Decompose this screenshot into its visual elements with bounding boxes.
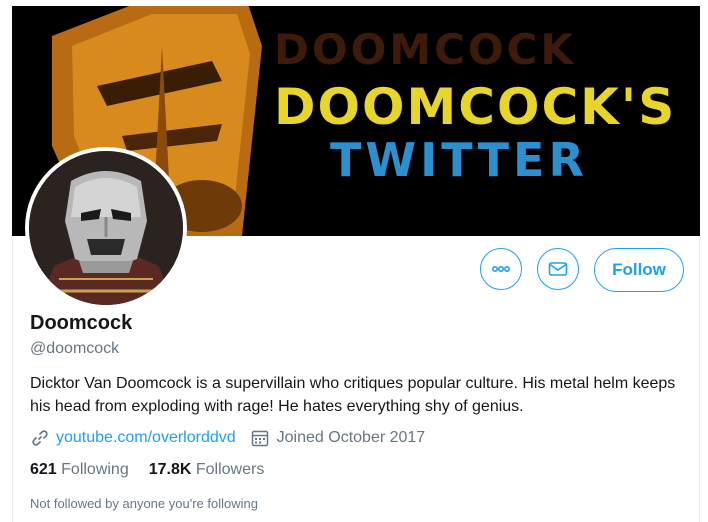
following-count: 621 <box>30 461 62 478</box>
envelope-icon <box>548 262 568 276</box>
avatar[interactable] <box>29 151 183 305</box>
social-context-text: Not followed by anyone you're following <box>30 496 258 511</box>
avatar-ring[interactable] <box>25 147 187 309</box>
more-options-button[interactable] <box>480 248 522 290</box>
followers-count: 17.8K <box>148 461 196 478</box>
profile-bio: Dicktor Van Doomcock is a supervillain w… <box>30 375 676 415</box>
message-button[interactable] <box>537 248 579 290</box>
profile-name: Doomcock <box>30 312 133 334</box>
calendar-icon <box>251 430 268 447</box>
banner-title-line2: TWITTER <box>330 133 588 187</box>
profile-handle: @doomcock <box>30 340 120 357</box>
link-icon <box>32 430 48 446</box>
follow-button[interactable]: Follow <box>594 248 684 292</box>
profile-website-link[interactable]: youtube.com/overlorddvd <box>56 429 236 447</box>
profile-meta-row: youtube.com/overlorddvd Joined October 2… <box>30 428 425 448</box>
banner-title-line1: DOOMCOCK'S <box>274 78 676 136</box>
banner-ghost-text: DOOMCOCK <box>274 25 576 74</box>
followers-stat[interactable]: 17.8K Followers <box>149 461 265 479</box>
following-label: Following <box>61 461 129 478</box>
followers-label: Followers <box>195 461 265 478</box>
following-stat[interactable]: 621 Following <box>30 461 129 479</box>
more-dots-icon <box>491 266 511 273</box>
profile-joined-date: Joined October 2017 <box>276 429 426 446</box>
profile-stats: 621 Following 17.8K Followers <box>30 461 284 479</box>
